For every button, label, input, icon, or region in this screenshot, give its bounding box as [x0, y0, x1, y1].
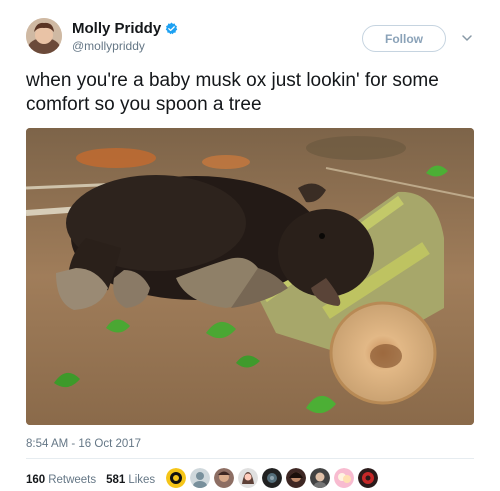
liker-avatar[interactable] [214, 468, 234, 488]
likes-stat[interactable]: 581 Likes [106, 474, 155, 486]
chevron-down-icon[interactable] [461, 31, 473, 43]
liker-avatar[interactable] [190, 468, 210, 488]
verified-badge-icon [165, 22, 178, 35]
follow-button[interactable]: Follow [362, 25, 446, 52]
liker-avatars [166, 468, 378, 488]
liker-avatar[interactable] [238, 468, 258, 488]
divider [26, 458, 474, 459]
liker-avatar[interactable] [166, 468, 186, 488]
tweet-text: when you're a baby musk ox just lookin' … [26, 70, 439, 115]
engagement-stats: 160 Retweets 581 Likes [26, 474, 155, 486]
author-display-name[interactable]: Molly Priddy [72, 20, 161, 37]
tweet-photo[interactable] [26, 128, 474, 425]
likes-count: 581 [106, 474, 126, 486]
liker-avatar[interactable] [286, 468, 306, 488]
tweet-timestamp[interactable]: 8:54 AM - 16 Oct 2017 [26, 438, 141, 450]
retweets-label: Retweets [48, 474, 97, 486]
likes-label: Likes [128, 474, 156, 486]
liker-avatar[interactable] [310, 468, 330, 488]
liker-avatar[interactable] [262, 468, 282, 488]
liker-avatar[interactable] [358, 468, 378, 488]
liker-avatar[interactable] [334, 468, 354, 488]
author-handle[interactable]: @mollypriddy [72, 39, 145, 53]
retweets-count: 160 [26, 474, 46, 486]
retweets-stat[interactable]: 160 Retweets [26, 474, 96, 486]
author-avatar[interactable] [26, 18, 62, 54]
